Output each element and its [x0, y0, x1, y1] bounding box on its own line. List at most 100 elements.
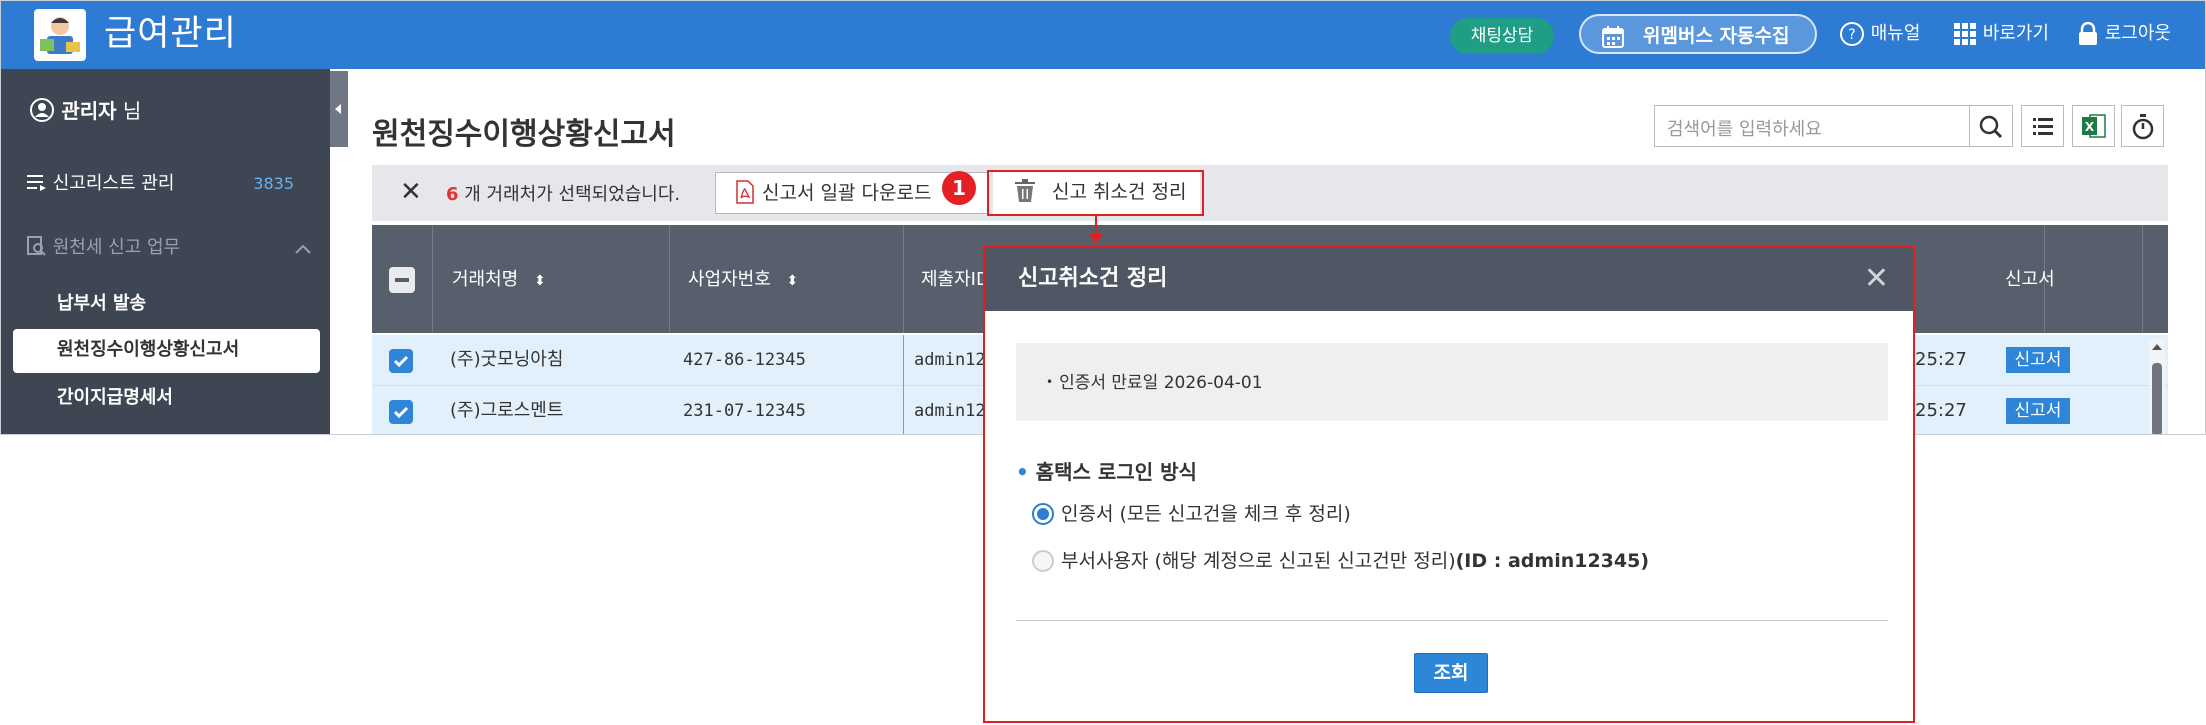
sidebar-item-withholding-report[interactable]: 원천징수이행상황신고서 — [57, 337, 239, 363]
radio-certificate[interactable] — [1032, 503, 1054, 525]
table-scrollbar[interactable] — [2149, 339, 2165, 434]
callout-arrow-head — [1089, 234, 1103, 244]
list-icon — [27, 175, 46, 191]
scroll-up-icon[interactable] — [2149, 339, 2165, 355]
column-divider — [432, 225, 433, 333]
chevron-up-icon — [295, 244, 311, 254]
selection-status: 6 개 거래처가 선택되었습니다. — [446, 180, 680, 206]
excel-export-button[interactable]: X — [2072, 105, 2115, 147]
bulk-download-label: 신고서 일괄 다운로드 — [762, 182, 932, 204]
cert-expiry-text: 인증서 만료일 2026-04-01 — [1059, 373, 1263, 393]
selected-text: 개 거래처가 선택되었습니다. — [464, 184, 681, 205]
modal-header: 신고취소건 정리 ✕ — [985, 248, 1913, 311]
cert-expiry: • 인증서 만료일 2026-04-01 — [1046, 373, 1263, 393]
selection-action-bar: ✕ 6 개 거래처가 선택되었습니다. 신고서 일괄 다운로드 신고 취소건 정… — [372, 165, 2168, 221]
column-company-label: 거래처명 — [452, 269, 519, 290]
report-link[interactable]: 신고서 — [2006, 347, 2070, 373]
list-view-button[interactable] — [2021, 105, 2064, 147]
search-button[interactable] — [1970, 105, 2013, 147]
user-name: 관리자 — [61, 99, 117, 123]
page-title: 원천징수이행상황신고서 — [372, 117, 676, 152]
timer-button[interactable] — [2121, 105, 2164, 147]
selected-count: 6 — [446, 184, 459, 205]
logout-link[interactable]: 로그아웃 — [2077, 21, 2171, 47]
sort-icon: ⬍ — [786, 273, 799, 289]
app-logo-icon — [34, 9, 86, 61]
column-divider — [669, 225, 670, 333]
calendar-icon — [1601, 23, 1625, 63]
sidebar-section-withholding[interactable]: 원천세 신고 업무 — [27, 235, 312, 261]
lock-icon — [2079, 21, 2097, 45]
wemembers-collect-button[interactable]: 위멤버스 자동수집 — [1579, 14, 1817, 54]
check-icon — [393, 355, 409, 368]
report-link[interactable]: 신고서 — [2006, 398, 2070, 424]
radio-certificate-label[interactable]: 인증서 (모든 신고건을 체크 후 정리) — [1061, 500, 1351, 528]
close-icon[interactable]: ✕ — [1864, 262, 1889, 296]
sidebar-item-payment-send[interactable]: 납부서 발송 — [57, 291, 146, 317]
report-list-label: 신고리스트 관리 — [52, 173, 175, 194]
report-list-count: 3835 — [253, 174, 294, 193]
modal-title: 신고취소건 정리 — [1018, 266, 1168, 291]
shortcut-label: 바로가기 — [1982, 23, 2049, 44]
sidebar: 관리자 님 신고리스트 관리 3835 원천세 신고 업무 납부서 발송 원천징… — [1, 69, 330, 434]
wemembers-label: 위멤버스 자동수집 — [1643, 25, 1790, 47]
business-number: 427-86-12345 — [683, 350, 806, 370]
row-checkbox[interactable] — [389, 400, 413, 424]
dept-user-id: (ID : admin12345) — [1455, 550, 1650, 572]
svg-text:?: ? — [1848, 27, 1855, 43]
highlight-frame — [987, 170, 1204, 216]
column-header-company[interactable]: 거래처명 ⬍ — [452, 265, 546, 296]
row-checkbox[interactable] — [389, 349, 413, 373]
submit-time: 25:27 — [1915, 400, 1967, 421]
column-header-bizno[interactable]: 사업자번호 ⬍ — [688, 265, 798, 296]
caret-left-icon — [335, 104, 341, 114]
radio-dept-user-label[interactable]: 부서사용자 (해당 계정으로 신고된 신고건만 정리)(ID : admin12… — [1061, 547, 1649, 575]
submitter-id: admin12345 — [914, 350, 984, 370]
sidebar-item-simple-payment[interactable]: 간이지급명세서 — [57, 385, 173, 411]
column-divider — [903, 335, 904, 434]
column-header-report: 신고서 — [2005, 269, 2055, 290]
radio-dept-user[interactable] — [1032, 550, 1054, 572]
clear-selection-icon[interactable]: ✕ — [400, 178, 422, 206]
help-icon: ? — [1840, 22, 1864, 46]
login-method-text: 홈택스 로그인 방식 — [1035, 460, 1197, 484]
document-search-icon — [27, 236, 46, 256]
manual-label: 매뉴얼 — [1870, 23, 1921, 44]
select-all-checkbox[interactable] — [389, 267, 415, 293]
grid-icon — [1954, 23, 1976, 45]
sort-icon: ⬍ — [533, 273, 546, 289]
list-icon — [2033, 118, 2053, 135]
check-icon — [393, 406, 409, 419]
company-name: (주)굿모닝아침 — [450, 349, 564, 370]
search-submit-button[interactable]: 조회 — [1414, 653, 1488, 693]
user-suffix: 님 — [122, 99, 142, 123]
section-label: 원천세 신고 업무 — [52, 237, 181, 258]
sidebar-item-report-list[interactable]: 신고리스트 관리 3835 — [27, 171, 312, 197]
shortcut-link[interactable]: 바로가기 — [1953, 21, 2049, 47]
app-title: 급여관리 — [104, 14, 237, 54]
scroll-thumb[interactable] — [2152, 363, 2162, 434]
top-bar: 급여관리 채팅상담 위멤버스 자동수집 ? 매뉴얼 바로가기 로그아웃 — [1, 1, 2205, 69]
business-number: 231-07-12345 — [683, 401, 806, 421]
excel-icon: X — [2082, 114, 2106, 138]
user-greeting: 관리자 님 — [29, 97, 141, 125]
column-divider — [903, 225, 904, 333]
modal-divider — [1016, 620, 1888, 621]
sidebar-collapse-handle[interactable] — [330, 71, 348, 147]
search-icon — [1979, 115, 2003, 139]
submit-time: 25:27 — [1915, 349, 1967, 370]
submitter-id: admin12345 — [914, 401, 984, 421]
cert-info-box: • 인증서 만료일 2026-04-01 — [1016, 343, 1888, 421]
column-divider — [2142, 225, 2143, 333]
step-badge: 1 — [942, 171, 976, 205]
company-name: (주)그로스멘트 — [450, 400, 564, 421]
stopwatch-icon — [2132, 114, 2154, 140]
manual-link[interactable]: ? 매뉴얼 — [1839, 21, 1920, 47]
chat-consult-button[interactable]: 채팅상담 — [1450, 18, 1554, 54]
column-header-submitter: 제출자ID — [921, 269, 984, 290]
search-input[interactable]: 검색어를 입력하세요 — [1654, 105, 1970, 147]
dept-user-text: 부서사용자 (해당 계정으로 신고된 신고건만 정리) — [1061, 550, 1456, 572]
svg-text:X: X — [2085, 120, 2095, 134]
pdf-icon — [736, 180, 754, 204]
login-method-label: • 홈택스 로그인 방식 — [1016, 460, 1197, 484]
